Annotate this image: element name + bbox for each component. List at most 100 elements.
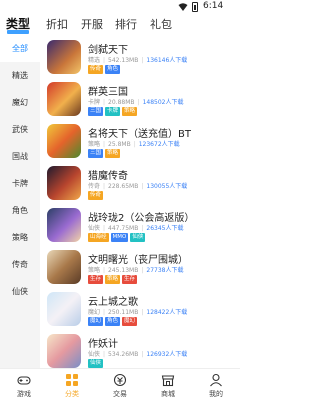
game-meta: 精选 | 542.13MB | 136146人下载	[88, 57, 188, 64]
category-sidebar: 全部 精选 魔幻 武侠 国战 卡牌 角色 策略 传奇 仙侠	[0, 36, 40, 368]
game-tag: 仙侠	[88, 359, 104, 368]
game-size: 534.26MB	[108, 351, 139, 358]
game-tag: 魔幻	[88, 317, 104, 326]
game-downloads: 130055人下载	[146, 183, 188, 190]
status-time: 6:14	[203, 1, 224, 11]
sidebar-item-strategy[interactable]: 策略	[0, 225, 40, 251]
bottom-nav: 游戏 分类 交易 商城 我的	[0, 368, 240, 400]
game-thumbnail	[47, 208, 81, 242]
game-category: 卡牌	[88, 99, 101, 106]
nav-label: 交易	[113, 390, 127, 398]
game-category: 策略	[88, 267, 101, 274]
game-name: 名将天下（送充值）BT	[88, 129, 191, 140]
nav-category[interactable]: 分类	[48, 369, 96, 400]
trade-icon	[113, 373, 127, 387]
sidebar-item-rpg[interactable]: 角色	[0, 198, 40, 224]
nav-trade[interactable]: 交易	[96, 369, 144, 400]
game-size: 250.11MB	[108, 309, 139, 316]
nav-me[interactable]: 我的	[192, 369, 240, 400]
game-tags: 传奇	[88, 191, 105, 200]
game-row[interactable]: 作妖计 仙侠 | 534.26MB | 126932人下载 仙侠	[40, 332, 240, 368]
game-downloads: 128422人下载	[146, 309, 188, 316]
game-size: 228.65MB	[108, 183, 139, 190]
game-category: 传奇	[88, 183, 101, 190]
battery-icon	[192, 2, 198, 12]
sidebar-item-featured[interactable]: 精选	[0, 63, 40, 89]
game-name: 作妖计	[88, 339, 118, 350]
tab-ranking[interactable]: 排行	[115, 16, 137, 32]
game-row[interactable]: 战玲珑2（公会高返版） 仙侠 | 447.75MB | 26345人下载 山海经 MMO 仙…	[40, 206, 240, 247]
game-tags: 魔幻 角色 魔幻	[88, 317, 139, 326]
tab-gifts[interactable]: 礼包	[150, 16, 172, 32]
sidebar-item-all[interactable]: 全部	[0, 36, 40, 62]
game-category: 仙侠	[88, 351, 101, 358]
game-tag: 三国	[88, 149, 104, 158]
game-name: 群英三国	[88, 87, 128, 98]
nav-label: 分类	[65, 390, 79, 398]
game-name: 猎魔传奇	[88, 171, 128, 182]
game-tag: 策略	[105, 275, 121, 284]
game-category: 魔幻	[88, 309, 101, 316]
game-tags: 山海经 MMO 仙侠	[88, 233, 147, 242]
top-tabs: 类型 折扣 开服 排行 礼包	[0, 14, 240, 36]
game-tag: 传奇	[88, 191, 104, 200]
game-thumbnail	[47, 40, 81, 74]
user-icon	[210, 373, 222, 387]
game-downloads: 27738人下载	[146, 267, 184, 274]
game-thumbnail	[47, 292, 81, 326]
game-size: 542.13MB	[108, 57, 139, 64]
game-name: 文明曙光（丧尸围城）	[88, 255, 188, 266]
sidebar-item-legend[interactable]: 传奇	[0, 252, 40, 278]
game-category: 仙侠	[88, 225, 101, 232]
game-tag: 角色	[105, 317, 121, 326]
game-downloads: 26345人下载	[146, 225, 184, 232]
wifi-icon	[178, 3, 188, 11]
game-tags: 三国 卡牌 策略	[88, 107, 139, 116]
nav-shop[interactable]: 商城	[144, 369, 192, 400]
game-row[interactable]: 文明曙光（丧尸围城） 策略 | 245.13MB | 27738人下载 生存 策略 生存	[40, 248, 240, 289]
game-size: 20.88MB	[108, 99, 135, 106]
game-name: 云上城之歌	[88, 297, 138, 308]
game-tag: MMO	[110, 233, 129, 242]
nav-games[interactable]: 游戏	[0, 369, 48, 400]
game-tag: 仙侠	[130, 233, 146, 242]
game-tag: 三国	[88, 107, 104, 116]
game-size: 245.13MB	[108, 267, 139, 274]
active-tab-indicator	[7, 30, 29, 34]
game-tag: 山海经	[88, 233, 109, 242]
game-list: 剑弑天下 精选 | 542.13MB | 136146人下载 传奇 角色 群英三国 卡牌 |…	[40, 36, 240, 368]
grid-icon	[66, 374, 78, 386]
tab-discount[interactable]: 折扣	[46, 16, 68, 32]
game-row[interactable]: 云上城之歌 魔幻 | 250.11MB | 128422人下载 魔幻 角色 魔幻	[40, 290, 240, 331]
game-meta: 策略 | 25.8MB | 123672人下载	[88, 141, 180, 148]
game-thumbnail	[47, 124, 81, 158]
game-downloads: 136146人下载	[146, 57, 188, 64]
sidebar-item-wuxia[interactable]: 武侠	[0, 117, 40, 143]
game-row[interactable]: 群英三国 卡牌 | 20.88MB | 148502人下载 三国 卡牌 策略	[40, 80, 240, 121]
game-tags: 三国 策略	[88, 149, 122, 158]
game-category: 策略	[88, 141, 101, 148]
shop-icon	[161, 375, 175, 387]
game-tag: 策略	[105, 149, 121, 158]
game-thumbnail	[47, 166, 81, 200]
game-meta: 策略 | 245.13MB | 27738人下载	[88, 267, 184, 274]
game-tag: 策略	[122, 107, 138, 116]
sidebar-item-war[interactable]: 国战	[0, 144, 40, 170]
game-tags: 传奇 角色	[88, 65, 122, 74]
game-row[interactable]: 名将天下（送充值）BT 策略 | 25.8MB | 123672人下载 三国 策略	[40, 122, 240, 163]
game-meta: 传奇 | 228.65MB | 130055人下载	[88, 183, 188, 190]
sidebar-item-magic[interactable]: 魔幻	[0, 90, 40, 116]
tab-server[interactable]: 开服	[81, 16, 103, 32]
game-name: 战玲珑2（公会高返版）	[88, 213, 195, 224]
sidebar-item-card[interactable]: 卡牌	[0, 171, 40, 197]
game-meta: 卡牌 | 20.88MB | 148502人下载	[88, 99, 184, 106]
game-tag: 传奇	[88, 65, 104, 74]
game-size: 447.75MB	[108, 225, 139, 232]
game-row[interactable]: 剑弑天下 精选 | 542.13MB | 136146人下载 传奇 角色	[40, 38, 240, 79]
game-downloads: 123672人下载	[138, 141, 180, 148]
nav-label: 我的	[209, 390, 223, 398]
game-row[interactable]: 猎魔传奇 传奇 | 228.65MB | 130055人下载 传奇	[40, 164, 240, 205]
sidebar-item-xianxia[interactable]: 仙侠	[0, 279, 40, 305]
game-category: 精选	[88, 57, 101, 64]
game-thumbnail	[47, 82, 81, 116]
